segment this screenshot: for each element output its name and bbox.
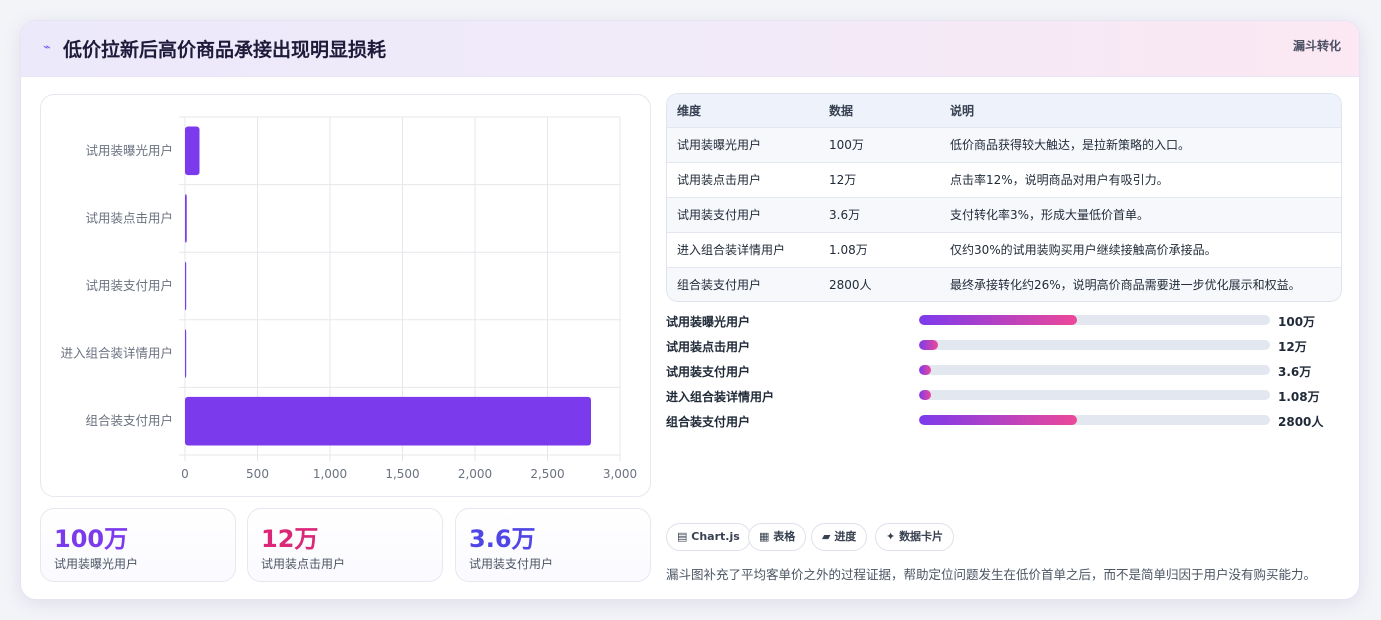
- table-row: 试用装支付用户 3.6万 支付转化率3%，形成大量低价首单。: [667, 197, 1341, 232]
- progress-track: [919, 390, 1270, 400]
- bar: [185, 329, 187, 378]
- progress-icon: ▰: [822, 530, 831, 543]
- x-tick-label: 3,000: [603, 467, 637, 481]
- chip-label: 进度: [834, 530, 857, 543]
- card-header: ⌁ 低价拉新后高价商品承接出现明显损耗 漏斗转化: [21, 21, 1359, 77]
- table-cell: 1.08万: [829, 243, 868, 257]
- chip-label: 表格: [773, 530, 796, 543]
- table-row: 组合装支付用户 2800人 最终承接转化约26%，说明高价商品需要进一步优化展示…: [667, 267, 1341, 301]
- x-tick-label: 1,000: [313, 467, 347, 481]
- progress-track: [919, 315, 1270, 325]
- kpi-value: 100万: [54, 525, 129, 553]
- progress-track: [919, 365, 1270, 375]
- table-cell: 试用装曝光用户: [677, 138, 762, 152]
- table-cell: 3.6万: [829, 208, 861, 222]
- chip-label: Chart.js: [691, 530, 740, 543]
- kpi-card: 100万 试用装曝光用户: [40, 508, 236, 582]
- kpi-cards: 100万 试用装曝光用户 12万 试用装点击用户 3.6万 试用装支付用户: [40, 508, 651, 582]
- progress-value: 12万: [1278, 340, 1307, 354]
- table-cell: 低价商品获得较大触达，是拉新策略的入口。: [950, 138, 1191, 152]
- chip-label: 数据卡片: [899, 530, 944, 543]
- progress-label: 试用装支付用户: [666, 365, 751, 379]
- table-row: 试用装点击用户 12万 点击率12%，说明商品对用户有吸引力。: [667, 162, 1341, 197]
- kpi-value: 3.6万: [469, 525, 536, 553]
- table-cell: 进入组合装详情用户: [677, 243, 786, 257]
- table-cell: 试用装点击用户: [677, 173, 762, 187]
- progress-fill: [919, 340, 939, 350]
- progress-track: [919, 415, 1270, 425]
- x-tick-label: 2,500: [530, 467, 564, 481]
- table-cell: 最终承接转化约26%，说明高价商品需要进一步优化展示和权益。: [950, 278, 1301, 293]
- y-tick-label: 试用装曝光用户: [85, 143, 173, 158]
- x-tick-label: 0: [181, 467, 189, 481]
- kpi-label: 试用装点击用户: [261, 557, 346, 571]
- sparkle-icon: ✦: [886, 530, 896, 543]
- table-chip[interactable]: ▦ 表格: [748, 523, 807, 551]
- table-icon: ▦: [759, 530, 770, 543]
- chart-chip[interactable]: ▤ Chart.js: [666, 523, 751, 551]
- x-tick-label: 2,000: [458, 467, 492, 481]
- bar: [185, 261, 187, 311]
- table-cell: 试用装支付用户: [677, 208, 762, 222]
- table-cell: 12万: [829, 173, 857, 187]
- column-header: 数据: [829, 103, 854, 118]
- table-cell: 2800人: [829, 278, 872, 293]
- kpi-value: 12万: [261, 525, 319, 553]
- page-title: 低价拉新后高价商品承接出现明显损耗: [63, 39, 387, 61]
- progress-value: 1.08万: [1278, 390, 1320, 404]
- table-cell: 组合装支付用户: [677, 278, 762, 293]
- kpi-card: 3.6万 试用装支付用户: [455, 508, 651, 582]
- data-card-chip[interactable]: ✦ 数据卡片: [875, 523, 955, 551]
- progress-label: 试用装点击用户: [666, 340, 751, 354]
- y-tick-label: 试用装点击用户: [85, 210, 173, 225]
- kpi-label: 试用装支付用户: [469, 557, 554, 571]
- progress-value: 3.6万: [1278, 365, 1312, 379]
- chart-icon: ▤: [677, 530, 688, 543]
- progress-row: 试用装点击用户 12万: [666, 336, 1342, 356]
- kpi-label: 试用装曝光用户: [54, 557, 139, 571]
- progress-track: [919, 340, 1270, 350]
- funnel-bar-chart: 0 500 1,000 1,500 2,000 2,500 3,000 试用装曝光用户 试用装点…: [40, 94, 651, 497]
- table-cell: 仅约30%的试用装购买用户继续接触高价承接品。: [950, 243, 1217, 257]
- bar: [185, 194, 187, 243]
- progress-fill: [919, 365, 932, 375]
- dashboard-card: ⌁ 低价拉新后高价商品承接出现明显损耗 漏斗转化 0 500 1,000 1,500 2…: [20, 20, 1360, 600]
- y-tick-label: 试用装支付用户: [85, 278, 173, 293]
- bar: [185, 126, 200, 176]
- table-header-row: 维度 数据 说明: [667, 94, 1341, 127]
- progress-label: 组合装支付用户: [666, 415, 751, 429]
- x-tick-label: 1,500: [385, 467, 419, 481]
- progress-value: 100万: [1278, 315, 1316, 329]
- x-tick-label: 500: [246, 467, 269, 481]
- table-row: 试用装曝光用户 100万 低价商品获得较大触达，是拉新策略的入口。: [667, 127, 1341, 162]
- progress-row: 组合装支付用户 2800人: [666, 411, 1342, 431]
- data-table: 维度 数据 说明 试用装曝光用户 100万 低价商品获得较大触达，是拉新策略的入…: [666, 93, 1342, 302]
- summary-note: 漏斗图补充了平均客单价之外的过程证据，帮助定位问题发生在低价首单之后，而不是简单…: [666, 567, 1317, 582]
- progress-fill: [919, 390, 932, 400]
- kpi-card: 12万 试用装点击用户: [247, 508, 443, 582]
- table-cell: 100万: [829, 138, 864, 152]
- category-tag: 漏斗转化: [1292, 39, 1341, 53]
- progress-label: 试用装曝光用户: [666, 315, 751, 329]
- progress-label: 进入组合装详情用户: [666, 390, 775, 404]
- progress-row: 进入组合装详情用户 1.08万: [666, 386, 1342, 406]
- table-row: 进入组合装详情用户 1.08万 仅约30%的试用装购买用户继续接触高价承接品。: [667, 232, 1341, 267]
- chart-svg: 0 500 1,000 1,500 2,000 2,500 3,000 试用装曝光用户试用装点…: [60, 116, 637, 481]
- progress-value: 2800人: [1278, 415, 1324, 429]
- progress-fill: [919, 415, 1077, 425]
- table-cell: 支付转化率3%，形成大量低价首单。: [950, 208, 1150, 222]
- bar: [185, 396, 591, 446]
- progress-fill: [919, 315, 1077, 325]
- column-header: 维度: [677, 103, 702, 118]
- progress-row: 试用装曝光用户 100万: [666, 311, 1342, 331]
- progress-chip[interactable]: ▰ 进度: [811, 523, 868, 551]
- table-cell: 点击率12%，说明商品对用户有吸引力。: [950, 173, 1169, 187]
- trend-line-icon: ⌁: [43, 40, 51, 55]
- y-tick-label: 组合装支付用户: [85, 413, 173, 428]
- y-tick-label: 进入组合装详情用户: [60, 346, 173, 361]
- column-header: 说明: [950, 103, 975, 118]
- progress-row: 试用装支付用户 3.6万: [666, 361, 1342, 381]
